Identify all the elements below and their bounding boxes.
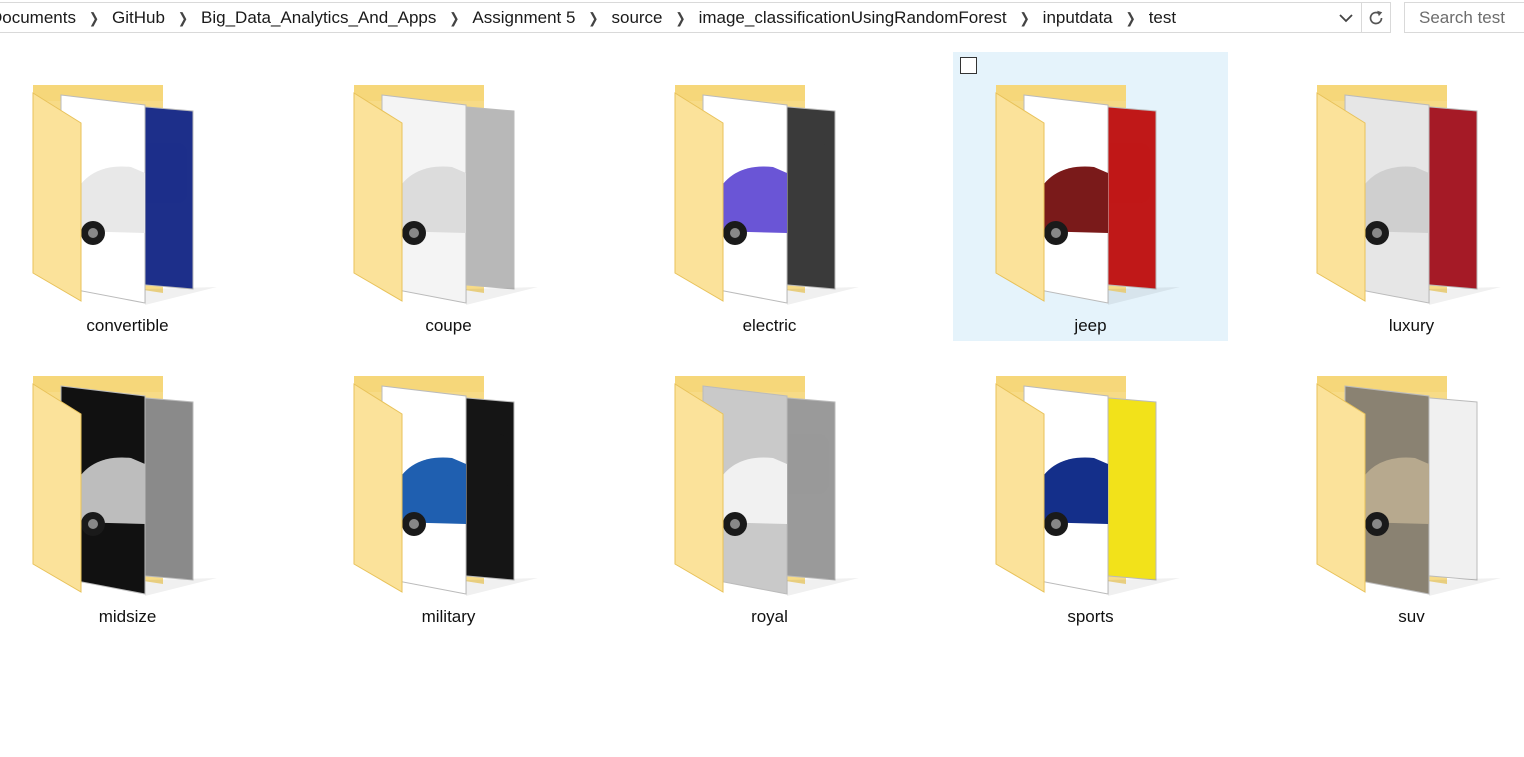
folder-item[interactable]: royal [632, 343, 907, 632]
folder-label: jeep [1074, 316, 1107, 335]
chevron-right-icon[interactable]: ❯ [82, 9, 106, 26]
breadcrumb-item[interactable]: inputdata [1037, 8, 1119, 28]
folder-item[interactable]: luxury [1274, 52, 1524, 341]
breadcrumb-item[interactable]: Assignment 5 [466, 8, 581, 28]
breadcrumb-item[interactable]: image_classificationUsingRandomForest [693, 8, 1013, 28]
chevron-right-icon[interactable]: ❯ [669, 9, 693, 26]
folder-label: convertible [86, 316, 169, 335]
folder-item[interactable]: military [311, 343, 586, 632]
folder-label: sports [1067, 607, 1114, 626]
folder-icon [32, 376, 217, 596]
breadcrumb-item[interactable]: GitHub [106, 8, 171, 28]
chevron-right-icon[interactable]: ❯ [442, 9, 466, 26]
folder-label: coupe [425, 316, 472, 335]
chevron-down-icon[interactable] [1334, 3, 1358, 32]
folder-item[interactable]: midsize [0, 343, 265, 632]
chevron-right-icon[interactable]: ❯ [1119, 9, 1143, 26]
breadcrumb-item[interactable]: Documents [0, 8, 82, 28]
folder-label: midsize [98, 607, 157, 626]
folder-icon [353, 376, 538, 596]
folder-grid: convertible coupe electric jeep luxury midsiz… [0, 52, 1524, 634]
folder-icon [1316, 85, 1501, 305]
folder-icon [995, 376, 1180, 596]
address-bar[interactable]: Documents❯GitHub❯Big_Data_Analytics_And_… [0, 2, 1391, 33]
folder-icon [353, 85, 538, 305]
folder-label: military [421, 607, 476, 626]
breadcrumb-item[interactable]: test [1143, 8, 1182, 28]
folder-icon [995, 85, 1180, 305]
search-input[interactable] [1404, 2, 1524, 33]
folder-item[interactable]: jeep [953, 52, 1228, 341]
refresh-icon[interactable] [1361, 3, 1390, 32]
selection-checkbox[interactable] [960, 57, 977, 74]
folder-item[interactable]: sports [953, 343, 1228, 632]
folder-icon [674, 376, 859, 596]
breadcrumb: Documents❯GitHub❯Big_Data_Analytics_And_… [0, 3, 1332, 32]
folder-label: electric [742, 316, 797, 335]
folder-item[interactable]: convertible [0, 52, 265, 341]
folder-item[interactable]: coupe [311, 52, 586, 341]
folder-icon [32, 85, 217, 305]
folder-item[interactable]: suv [1274, 343, 1524, 632]
breadcrumb-item[interactable]: Big_Data_Analytics_And_Apps [195, 8, 442, 28]
folder-label: luxury [1388, 316, 1435, 335]
folder-icon [674, 85, 859, 305]
chevron-right-icon[interactable]: ❯ [581, 9, 605, 26]
chevron-right-icon[interactable]: ❯ [171, 9, 195, 26]
chevron-right-icon[interactable]: ❯ [1013, 9, 1037, 26]
folder-label: suv [1398, 607, 1425, 626]
breadcrumb-item[interactable]: source [605, 8, 668, 28]
folder-label: royal [751, 607, 788, 626]
folder-icon [1316, 376, 1501, 596]
folder-item[interactable]: electric [632, 52, 907, 341]
